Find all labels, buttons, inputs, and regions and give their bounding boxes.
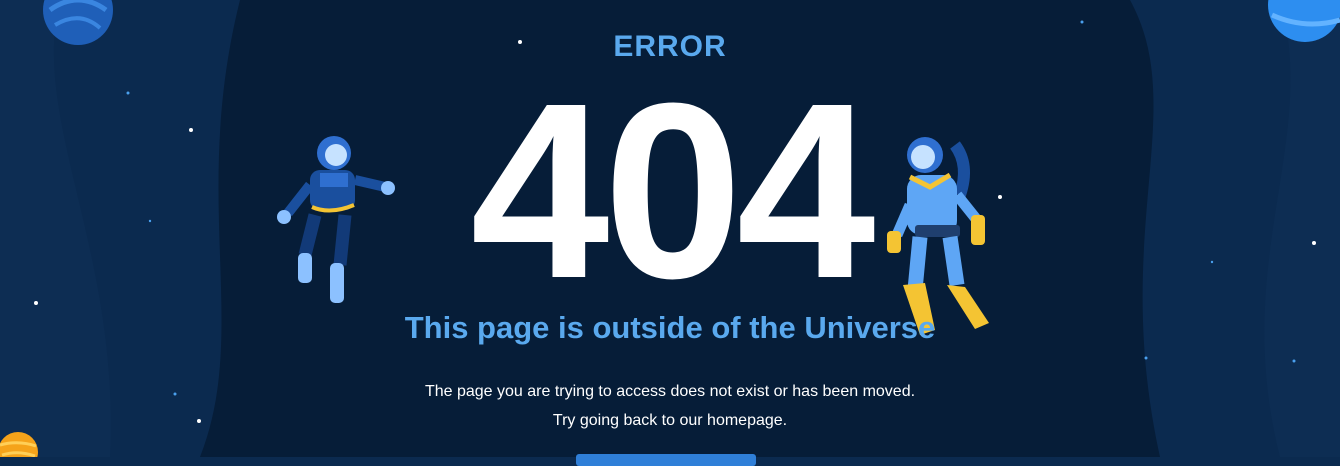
error-code: 404 xyxy=(470,51,875,330)
page-title: This page is outside of the Universe xyxy=(404,310,936,345)
homepage-button[interactable] xyxy=(576,454,756,466)
homepage-hint: Try going back to our homepage. xyxy=(552,412,788,429)
error-message: The page you are trying to access does n… xyxy=(424,383,916,400)
